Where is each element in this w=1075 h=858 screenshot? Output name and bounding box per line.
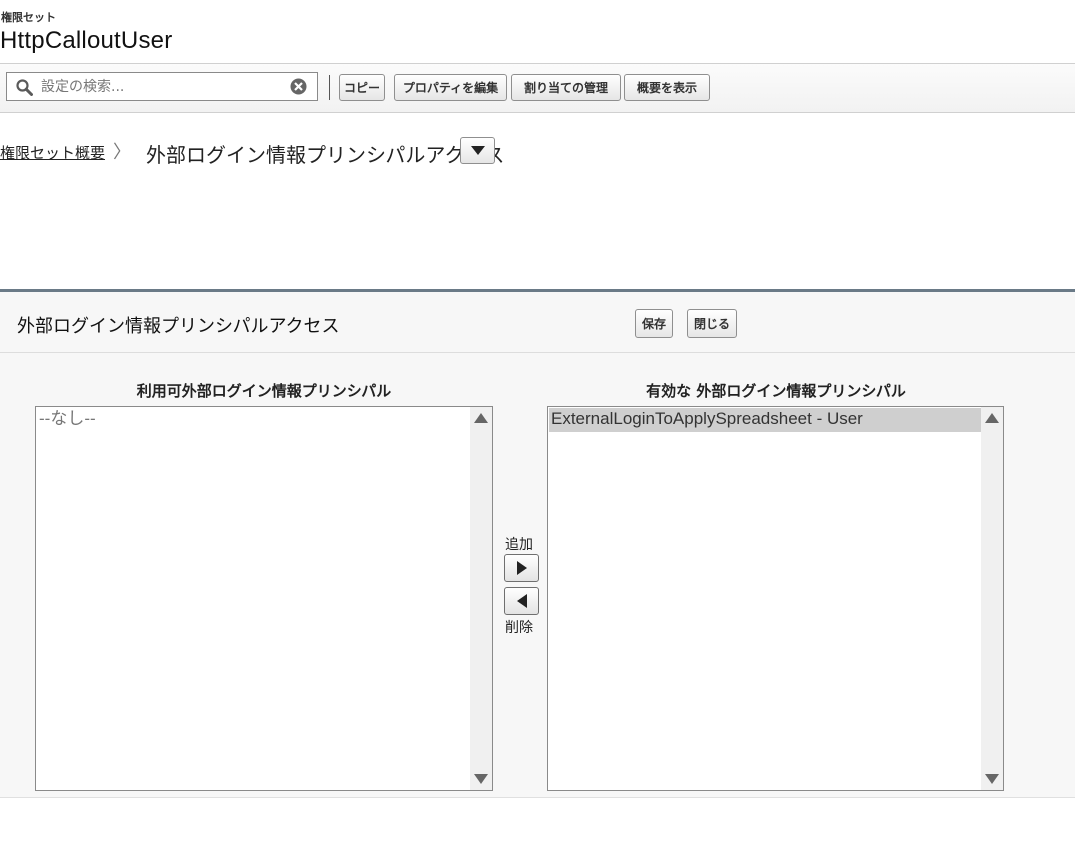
scroll-down-icon[interactable] [985,774,999,784]
toolbar-divider [329,75,330,100]
scrollbar[interactable] [981,407,1003,790]
list-item[interactable]: ExternalLoginToApplySpreadsheet - User [549,408,981,432]
search-icon [16,79,33,96]
add-button[interactable] [504,554,539,582]
breadcrumb-link-overview[interactable]: 権限セット概要 [0,142,105,163]
scroll-up-icon[interactable] [985,413,999,423]
save-button[interactable]: 保存 [635,309,674,338]
manage-assignments-button[interactable]: 割り当ての管理 [511,74,621,101]
scroll-up-icon[interactable] [474,413,488,423]
external-credential-access-panel: 外部ログイン情報プリンシパルアクセス 保存 閉じる 利用可外部ログイン情報プリン… [0,289,1075,798]
list-item[interactable]: --なし-- [37,408,96,432]
permission-set-name: HttpCalloutUser [0,27,173,54]
enabled-list-title: 有効な 外部ログイン情報プリンシパル [646,382,906,400]
permission-set-label: 権限セット [1,11,56,24]
panel-header: 外部ログイン情報プリンシパルアクセス 保存 閉じる [0,292,1075,353]
toolbar: コピー プロパティを編集 割り当ての管理 概要を表示 [0,63,1075,113]
arrow-left-icon [517,594,527,608]
clear-search-icon[interactable] [290,78,307,95]
breadcrumb-current: 外部ログイン情報プリンシパルアクセス [146,143,505,167]
close-button[interactable]: 閉じる [687,309,738,338]
panel-title: 外部ログイン情報プリンシパルアクセス [17,316,340,337]
available-list-title: 利用可外部ログイン情報プリンシパル [136,382,392,400]
view-summary-button[interactable]: 概要を表示 [624,74,710,101]
scrollbar[interactable] [470,407,492,790]
add-label: 追加 [505,537,533,553]
arrow-right-icon [517,561,527,575]
setup-search[interactable] [6,72,318,101]
chevron-down-icon [471,146,485,155]
remove-label: 削除 [505,620,533,636]
breadcrumb-dropdown-button[interactable] [460,137,495,164]
scroll-down-icon[interactable] [474,774,488,784]
edit-properties-button[interactable]: プロパティを編集 [394,74,507,101]
search-input[interactable] [41,77,281,96]
copy-button[interactable]: コピー [339,74,385,101]
enabled-listbox[interactable]: ExternalLoginToApplySpreadsheet - User [547,406,1004,791]
available-listbox[interactable]: --なし-- [35,406,493,791]
remove-button[interactable] [504,587,539,615]
breadcrumb-separator: 〉 [113,142,131,163]
